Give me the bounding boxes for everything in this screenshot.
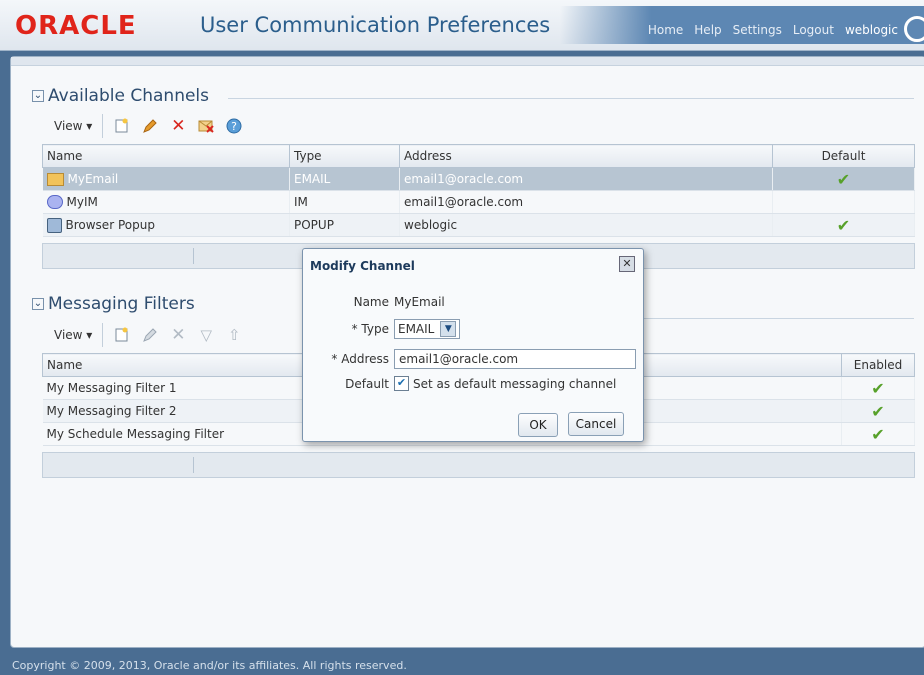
default-check-icon: ✔ [836,169,851,189]
nav-home-link[interactable]: Home [648,23,683,37]
username-label: weblogic [844,23,898,37]
oracle-corner-logo-icon [904,16,924,42]
enabled-check-icon: ✔ [871,424,885,444]
channels-view-menu[interactable]: View ▾ [44,114,104,138]
table-row[interactable]: MyIM IM email1@oracle.com [42,190,915,214]
channels-table: Name Type Address Default MyEmail EMAIL … [42,144,915,237]
enabled-check-icon: ✔ [871,378,885,398]
remove-email-icon[interactable] [197,117,215,135]
col-header-enabled[interactable]: Enabled [841,353,915,377]
disclosure-icon[interactable]: ⌄ [32,90,44,102]
default-checkbox[interactable]: ✔ [394,376,409,391]
col-header-address[interactable]: Address [399,144,773,168]
filters-toolbar: View ▾ ✕ ▽ ⇧ [44,323,243,347]
filter-icon: ▽ [200,326,213,344]
address-row: * Address email1@oracle.com [303,349,636,369]
dialog-title: Modify Channel [310,259,415,273]
filters-section-header[interactable]: ⌄ Messaging Filters [32,294,195,314]
col-header-type[interactable]: Type [289,144,400,168]
edit-icon[interactable] [141,117,159,135]
oracle-logo: ORACLE [15,11,137,41]
nav-settings-link[interactable]: Settings [733,23,782,37]
filters-table-footer [42,452,915,478]
copyright-text: Copyright © 2009, 2013, Oracle and/or it… [12,659,407,672]
edit-icon [141,326,159,344]
chevron-down-icon[interactable]: ▼ [440,321,457,337]
default-row: Default ✔ Set as default messaging chann… [303,376,616,391]
cancel-button[interactable]: Cancel [568,412,624,436]
channels-section-header[interactable]: ⌄ Available Channels [32,86,209,106]
im-icon [46,195,63,210]
channels-toolbar: View ▾ ✕ ? [44,114,243,138]
default-checkbox-label[interactable]: Set as default messaging channel [413,377,616,391]
app-title: User Communication Preferences [200,13,551,37]
nav-help-link[interactable]: Help [694,23,721,37]
help-icon[interactable]: ? [225,117,243,135]
global-nav: Home Help Settings Logout weblogic [560,6,924,44]
col-header-default[interactable]: Default [772,144,915,168]
col-header-name[interactable]: Name [42,144,290,168]
disclosure-icon[interactable]: ⌄ [32,298,44,310]
nav-logout-link[interactable]: Logout [793,23,834,37]
delete-icon[interactable]: ✕ [169,116,187,136]
name-row: Name MyEmail [303,295,445,309]
enabled-check-icon: ✔ [871,401,885,421]
type-row: * Type EMAIL ▼ [303,319,461,339]
move-up-icon: ⇧ [228,326,241,344]
email-icon [46,173,64,186]
channels-section-title: Available Channels [48,86,210,106]
name-label: Name [353,295,389,309]
create-icon[interactable] [113,326,131,344]
name-value: MyEmail [394,295,445,309]
default-check-icon: ✔ [836,215,851,235]
type-select[interactable]: EMAIL ▼ [394,319,461,339]
create-icon[interactable] [113,117,131,135]
popup-icon [46,217,62,233]
modify-channel-dialog: Modify Channel ✕ Name MyEmail * Type EMA… [302,248,644,442]
filters-view-menu[interactable]: View ▾ [44,323,104,347]
address-input[interactable]: email1@oracle.com [394,349,636,369]
close-icon[interactable]: ✕ [619,256,635,272]
table-row[interactable]: MyEmail EMAIL email1@oracle.com ✔ [42,167,915,191]
table-row[interactable]: Browser Popup POPUP weblogic ✔ [42,213,915,237]
app-header: ORACLE User Communication Preferences Ho… [0,0,924,51]
default-label: Default [345,376,389,391]
svg-text:?: ? [231,120,237,133]
type-label: * Type [351,322,389,336]
ok-button[interactable]: OK [518,413,558,437]
address-label: * Address [331,352,389,366]
delete-icon: ✕ [171,325,186,345]
filters-section-title: Messaging Filters [48,294,195,314]
